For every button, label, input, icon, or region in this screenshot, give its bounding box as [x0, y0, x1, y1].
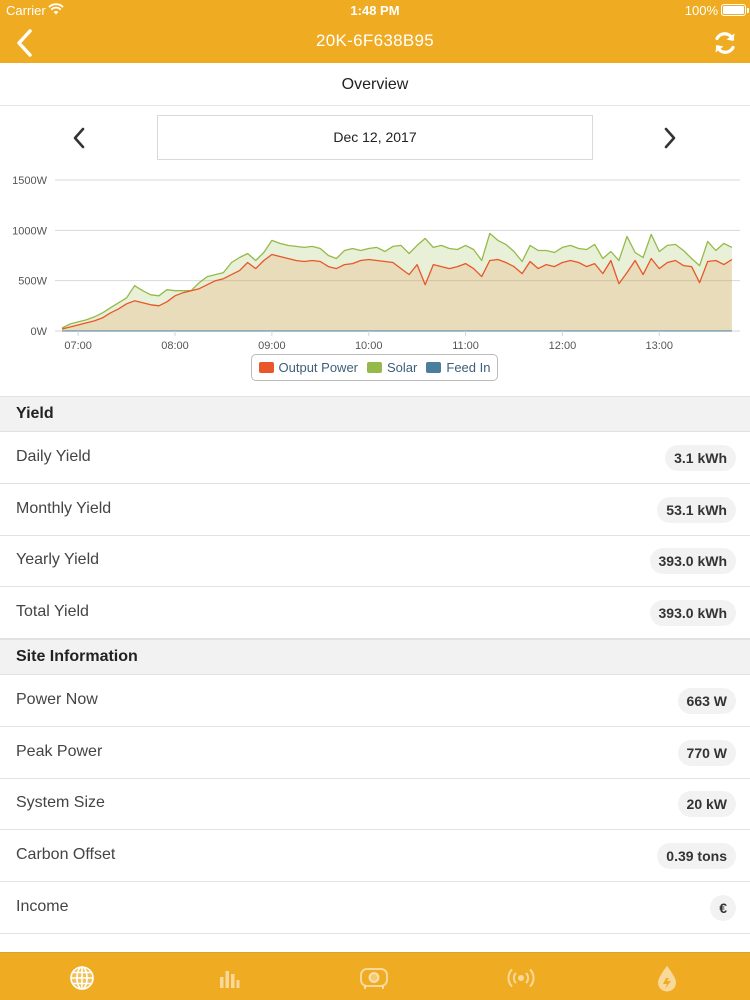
legend-label: Output Power [278, 360, 359, 375]
row-label: Yearly Yield [16, 551, 100, 569]
row-label: Monthly Yield [16, 499, 112, 517]
x-tick-label: 11:00 [452, 340, 479, 352]
refresh-button[interactable] [710, 27, 740, 59]
tab-overview[interactable] [67, 963, 97, 993]
tab-energy[interactable] [652, 963, 682, 993]
list-item-daily-yield: Daily Yield 3.1 kWh [0, 432, 750, 484]
y-tick-label: 500W [18, 276, 47, 288]
globe-icon [70, 966, 94, 990]
list-item-total-yield: Total Yield 393.0 kWh [0, 587, 750, 640]
tab-statistics[interactable] [214, 963, 244, 993]
row-label: Total Yield [16, 603, 89, 621]
value-badge: 3.1 kWh [665, 445, 736, 471]
y-tick-label: 1500W [12, 175, 47, 187]
chevron-right-icon [664, 127, 676, 149]
tab-devices[interactable] [359, 963, 389, 993]
x-tick-label: 07:00 [64, 340, 92, 352]
y-tick-label: 1000W [12, 225, 47, 237]
refresh-icon [715, 32, 735, 54]
x-tick-label: 13:00 [646, 340, 674, 352]
bar-chart-icon [220, 971, 240, 988]
value-badge: 393.0 kWh [649, 600, 736, 627]
legend-swatch [367, 362, 383, 373]
legend-label: Feed In [446, 360, 491, 375]
legend-swatch [258, 362, 274, 373]
inverter-icon [360, 968, 388, 989]
list-item-peak-power: Peak Power 770 W [0, 727, 750, 779]
app-screen: Carrier 1:48 PM 100% 20K-6F638B95 Overvi… [0, 0, 750, 1000]
battery-icon [721, 4, 749, 16]
value-badge: 770 W [677, 739, 736, 766]
broadcast-icon [507, 968, 535, 988]
page-title: Overview [0, 63, 750, 106]
previous-day-button[interactable] [66, 123, 92, 153]
nav-title: 20K-6F638B95 [316, 31, 434, 50]
x-tick-label: 09:00 [258, 340, 286, 352]
value-badge: 20 kW [677, 791, 736, 818]
value-badge: 393.0 kWh [649, 548, 736, 575]
value-badge: 53.1 kWh [657, 496, 736, 523]
list-item-carbon-offset: Carbon Offset 0.39 tons [0, 830, 750, 883]
row-label: Income [16, 897, 69, 915]
row-label: Daily Yield [16, 448, 91, 465]
legend-item-output-power[interactable]: Output Power [258, 360, 359, 375]
list-item-power-now: Power Now 663 W [0, 675, 750, 727]
droplet-icon [658, 966, 676, 992]
section-header-yield: Yield [0, 396, 750, 432]
row-label: System Size [16, 794, 105, 812]
nav-bar: Carrier 1:48 PM 100% 20K-6F638B95 [0, 0, 750, 63]
y-tick-label: 0W [31, 326, 48, 338]
row-label: Carbon Offset [16, 846, 116, 864]
next-day-button[interactable] [657, 123, 683, 153]
value-badge: € [710, 894, 736, 921]
x-tick-label: 08:00 [161, 340, 189, 352]
date-field[interactable]: Dec 12, 2017 [157, 115, 593, 160]
legend-item-feed-in[interactable]: Feed In [426, 360, 490, 375]
row-label: Power Now [16, 691, 98, 708]
list-item-monthly-yield: Monthly Yield 53.1 kWh [0, 484, 750, 536]
row-label: Peak Power [16, 742, 103, 760]
chart-legend: Output Power Solar Feed In [251, 354, 498, 381]
chevron-left-icon [73, 127, 85, 149]
x-tick-label: 12:00 [549, 340, 577, 352]
tab-bar [0, 952, 750, 1000]
list-item-system-size: System Size 20 kW [0, 778, 750, 831]
tab-monitoring[interactable] [506, 963, 536, 993]
date-selector: Dec 12, 2017 [0, 106, 750, 168]
value-badge: 663 W [677, 688, 736, 714]
list-item-yearly-yield: Yearly Yield 393.0 kWh [0, 535, 750, 588]
status-bar: Carrier 1:48 PM 100% [0, 0, 750, 22]
list-item-income: Income € [0, 882, 750, 934]
legend-item-solar[interactable]: Solar [367, 360, 417, 375]
x-tick-label: 10:00 [355, 340, 383, 352]
legend-label: Solar [387, 360, 418, 375]
value-badge: 0.39 tons [657, 843, 736, 870]
status-time: 1:48 PM [350, 3, 400, 18]
legend-swatch [426, 362, 442, 373]
battery-percent: 100% [684, 3, 718, 18]
section-header-site-information: Site Information [0, 639, 750, 675]
